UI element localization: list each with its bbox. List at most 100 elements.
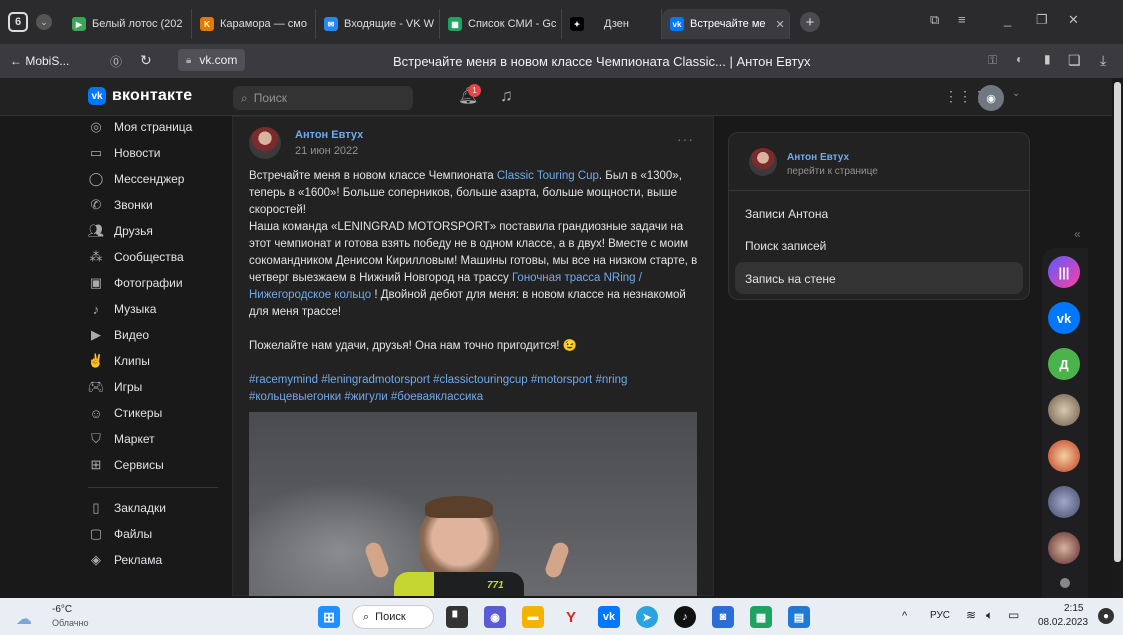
post-photo[interactable]: 771 xyxy=(249,412,697,596)
key-icon[interactable]: ⚿ xyxy=(988,53,997,68)
author-avatar[interactable] xyxy=(249,127,281,159)
telegram-icon[interactable]: ➤ xyxy=(636,606,658,628)
chevron-down-icon[interactable]: ⌄ xyxy=(1012,88,1020,99)
search-input[interactable]: ⌕ Поиск xyxy=(233,86,413,110)
protect-icon[interactable]: ⓪ xyxy=(110,53,122,70)
url-field[interactable]: 🔒︎ vk.com xyxy=(178,49,246,71)
tab-3[interactable]: ✉ Входящие - VK W xyxy=(316,9,440,39)
clock-time[interactable]: 2:15 xyxy=(1064,603,1083,614)
tiktok-icon[interactable]: ♪ xyxy=(674,606,696,628)
weather-temp[interactable]: -6°C xyxy=(52,604,72,615)
maximize-icon[interactable]: ❐ xyxy=(1036,12,1048,28)
sidebar-item-services[interactable]: ⊞ Сервисы xyxy=(88,457,164,473)
sidebar-item-news[interactable]: ▭ Новости xyxy=(88,145,161,161)
clock-date[interactable]: 08.02.2023 xyxy=(1038,617,1088,628)
reading-mode-icon[interactable]: ❏ xyxy=(1068,52,1081,69)
scrollbar-thumb[interactable] xyxy=(1114,82,1121,562)
chat-avatar[interactable] xyxy=(1048,440,1080,472)
post-hashtags[interactable]: #racemymind #leningradmotorsport #classi… xyxy=(249,372,703,406)
battery-icon[interactable]: ▭ xyxy=(1008,608,1019,622)
profile-avatar[interactable]: ◉ xyxy=(978,85,1004,111)
more-options-icon[interactable]: ··· xyxy=(677,131,694,147)
close-tab-icon[interactable]: ✕ xyxy=(776,18,785,31)
post-author[interactable]: Антон Евтух xyxy=(295,129,363,141)
back-button[interactable]: ← MobiS... xyxy=(10,54,69,68)
vk-logo[interactable]: vk вконтакте xyxy=(88,87,192,105)
sidebar-item-ads[interactable]: ◈ Реклама xyxy=(88,552,162,568)
tab-2[interactable]: K Карамора — смо xyxy=(192,9,316,39)
tab-4[interactable]: ▦ Список СМИ - Gc xyxy=(440,9,562,39)
goto-page-link[interactable]: перейти к странице xyxy=(787,166,878,177)
sidebar-item-games[interactable]: 🎮︎ Игры xyxy=(88,379,143,395)
vk-music-icon[interactable]: ||| xyxy=(1048,256,1080,288)
sidebar-item-label: Сообщества xyxy=(114,250,184,264)
sidebar-item-photos[interactable]: ▣ Фотографии xyxy=(88,275,183,291)
menu-icon[interactable]: ≡ xyxy=(958,12,966,27)
sidebar-item-bookmarks[interactable]: ▯ Закладки xyxy=(88,500,166,516)
sidebar-item-market[interactable]: ⛉ Маркет xyxy=(88,431,155,447)
collections-icon[interactable]: ⧉ xyxy=(930,12,939,28)
workspace-counter[interactable]: 6 xyxy=(8,12,28,32)
music-player-icon[interactable]: ♫ xyxy=(500,86,513,106)
vk-app-icon[interactable]: vk xyxy=(1048,302,1080,334)
tab-1[interactable]: ▶ Белый лотос (202 xyxy=(64,9,192,39)
tab-active[interactable]: vk Встречайте ме ✕ xyxy=(662,9,790,39)
sidebar-item-groups[interactable]: ⁂ Сообщества xyxy=(88,249,184,265)
user-icon: ◎ xyxy=(90,119,102,134)
bookmark-icon: ▯ xyxy=(92,500,100,515)
bookmark-icon[interactable]: ▮ xyxy=(1044,52,1051,66)
new-tab-button[interactable]: + xyxy=(800,12,820,32)
post-date[interactable]: 21 июн 2022 xyxy=(295,145,358,157)
taskbar-search[interactable]: ⌕ Поиск xyxy=(352,605,434,629)
sidebar-item-label: Фотографии xyxy=(114,276,183,290)
document-icon[interactable]: ▤ xyxy=(788,606,810,628)
menu-author-avatar[interactable] xyxy=(749,148,777,176)
sidebar-item-video[interactable]: ▶ Видео xyxy=(88,327,149,343)
tab-label: Карамора — смо xyxy=(220,18,307,30)
notifications-button[interactable]: 🔔︎ 1 xyxy=(458,84,481,108)
menu-item-search-posts[interactable]: Поиск записей xyxy=(745,239,826,253)
sidebar-item-clips[interactable]: ✌ Клипы xyxy=(88,353,150,369)
chat-avatar[interactable] xyxy=(1048,532,1080,564)
scrollbar[interactable] xyxy=(1112,78,1123,598)
download-icon[interactable]: ⤓ xyxy=(1100,52,1106,69)
sidebar-item-messenger[interactable]: ◯ Мессенджер xyxy=(88,171,185,187)
file-explorer-icon[interactable]: ▬ xyxy=(522,606,544,628)
vk-logo-icon: vk xyxy=(88,87,106,105)
extension-icon[interactable]: ◐ xyxy=(1016,52,1023,66)
windows-start-icon[interactable]: ⊞ xyxy=(318,606,340,628)
close-window-icon[interactable]: ✕ xyxy=(1068,12,1079,28)
language-indicator[interactable]: РУС xyxy=(930,610,950,621)
chat-avatar[interactable] xyxy=(1048,394,1080,426)
teams-chat-icon[interactable]: ◉ xyxy=(484,606,506,628)
security-icon[interactable]: ◙ xyxy=(712,606,734,628)
yandex-browser-icon[interactable]: Y xyxy=(560,606,582,628)
music-icon: ♪ xyxy=(92,301,100,317)
menu-author-name[interactable]: Антон Евтух xyxy=(787,152,849,163)
chat-avatar[interactable] xyxy=(1048,486,1080,518)
collapse-dock-icon[interactable]: « xyxy=(1074,227,1081,241)
task-view-icon[interactable]: ▘ xyxy=(446,606,468,628)
sidebar-item-my-page[interactable]: ◎ Моя страница xyxy=(88,119,192,135)
chevron-up-icon[interactable]: ^ xyxy=(902,610,907,622)
sidebar-item-friends[interactable]: 👥︎ Друзья xyxy=(88,223,153,239)
menu-item-wall-post-selected[interactable]: Запись на стене xyxy=(735,262,1023,294)
vk-taskbar-icon[interactable]: vk xyxy=(598,606,620,628)
avatar-letter[interactable]: Д xyxy=(1048,348,1080,380)
sidebar-item-calls[interactable]: ✆ Звонки xyxy=(88,197,153,213)
minimize-icon[interactable]: _ xyxy=(1004,12,1011,27)
reload-icon[interactable]: ↻ xyxy=(140,52,152,69)
wifi-icon[interactable]: ≋ xyxy=(966,608,976,622)
sidebar-item-music[interactable]: ♪ Музыка xyxy=(88,301,157,317)
menu-item-anton-posts[interactable]: Записи Антона xyxy=(745,207,828,221)
volume-icon[interactable]: 🔈︎ xyxy=(986,608,993,623)
sidebar-item-label: Моя страница xyxy=(114,120,193,134)
classic-touring-cup-link[interactable]: Classic Touring Cup xyxy=(497,170,599,182)
cloud-icon[interactable]: ☁ xyxy=(16,609,32,629)
notification-center-icon[interactable]: ● xyxy=(1098,608,1114,624)
chevron-down-icon[interactable]: ⌄ xyxy=(36,14,52,30)
sidebar-item-stickers[interactable]: ☺ Стикеры xyxy=(88,405,162,421)
spreadsheet-icon[interactable]: ▦ xyxy=(750,606,772,628)
tab-5[interactable]: ✦ Дзен xyxy=(562,9,662,39)
sidebar-item-files[interactable]: ▢ Файлы xyxy=(88,526,152,542)
